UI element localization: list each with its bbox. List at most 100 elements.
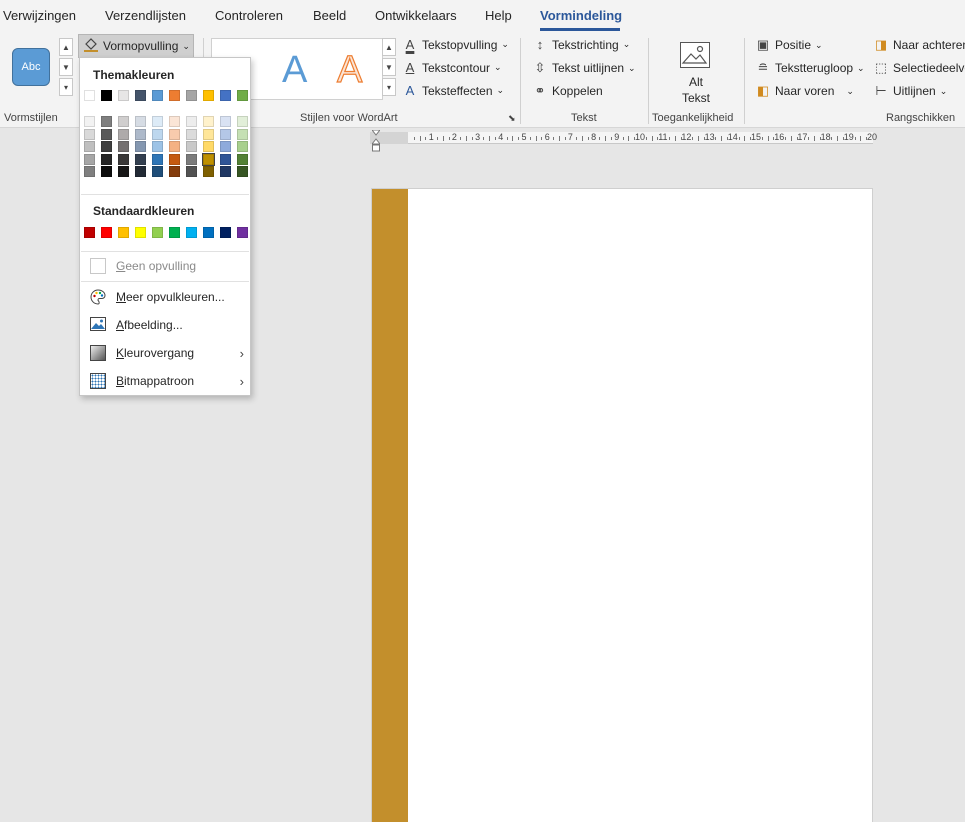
theme-color-swatch[interactable] [237, 128, 248, 140]
theme-color-swatch[interactable] [152, 116, 163, 127]
theme-color-swatch[interactable] [186, 141, 197, 153]
create-link-button[interactable]: ⚭ Koppelen [532, 83, 603, 99]
theme-color-swatch[interactable] [101, 141, 112, 153]
theme-color-swatch[interactable] [135, 128, 146, 140]
standard-color-swatch[interactable] [237, 227, 248, 238]
theme-color-swatch[interactable] [135, 166, 146, 178]
wordart-style-blue[interactable]: A [282, 49, 307, 92]
theme-color-swatch[interactable] [84, 90, 95, 101]
theme-color-swatch[interactable] [220, 166, 231, 178]
theme-color-swatch[interactable] [118, 116, 129, 127]
standard-color-swatch[interactable] [169, 227, 180, 238]
theme-color-swatch[interactable] [203, 116, 214, 127]
tab-help[interactable]: Help [485, 8, 512, 23]
alt-text-icon[interactable] [680, 42, 710, 68]
wordart-style-orange[interactable]: A [336, 48, 363, 92]
standard-color-swatch[interactable] [186, 227, 197, 238]
wordart-scroll-down-button[interactable]: ▼ [382, 58, 396, 76]
text-outline-button[interactable]: A Tekstcontour ⌄ [402, 60, 502, 75]
theme-color-swatch[interactable] [152, 90, 163, 101]
tab-controleren[interactable]: Controleren [215, 8, 283, 23]
style-more-button[interactable]: ▾ [59, 78, 73, 96]
theme-color-swatch[interactable] [220, 128, 231, 140]
theme-color-swatch[interactable] [186, 153, 197, 165]
theme-color-swatch[interactable] [203, 90, 214, 101]
theme-color-swatch[interactable] [186, 166, 197, 178]
theme-color-swatch[interactable] [203, 166, 214, 178]
tab-vormindeling[interactable]: Vormindeling [540, 8, 622, 23]
theme-color-swatch[interactable] [152, 141, 163, 153]
theme-color-swatch[interactable] [118, 128, 129, 140]
theme-color-swatch[interactable] [118, 153, 129, 165]
theme-color-swatch[interactable] [186, 128, 197, 140]
theme-color-swatch[interactable] [220, 90, 231, 101]
tab-verzendlijsten[interactable]: Verzendlijsten [105, 8, 186, 23]
bring-forward-button[interactable]: ◧ Naar voren ⌄ [755, 83, 854, 99]
theme-color-swatch[interactable] [169, 90, 180, 101]
theme-color-swatch[interactable] [186, 90, 197, 101]
no-fill-item[interactable]: Geen opvulling [90, 255, 248, 277]
tab-beeld[interactable]: Beeld [313, 8, 346, 23]
theme-color-swatch[interactable] [237, 90, 248, 101]
theme-color-swatch[interactable] [135, 153, 146, 165]
theme-color-swatch[interactable] [84, 153, 95, 165]
texture-fill-item[interactable]: Bitmappatroon › [90, 370, 248, 392]
theme-color-swatch[interactable] [84, 128, 95, 140]
standard-color-swatch[interactable] [220, 227, 231, 238]
theme-color-swatch[interactable] [135, 116, 146, 127]
theme-color-swatch[interactable] [169, 166, 180, 178]
send-backward-button[interactable]: ◨ Naar achteren [873, 37, 965, 53]
theme-color-swatch[interactable] [84, 141, 95, 153]
theme-color-swatch[interactable] [101, 153, 112, 165]
theme-color-swatch[interactable] [220, 116, 231, 127]
theme-color-swatch[interactable] [118, 90, 129, 101]
theme-color-swatch[interactable] [220, 153, 231, 165]
theme-color-swatch[interactable] [84, 166, 95, 178]
theme-color-swatch[interactable] [84, 116, 95, 127]
theme-color-swatch[interactable] [101, 166, 112, 178]
align-button[interactable]: ⊢ Uitlijnen ⌄ [873, 83, 947, 99]
standard-color-swatch[interactable] [101, 227, 112, 238]
standard-color-swatch[interactable] [203, 227, 214, 238]
theme-color-swatch[interactable] [186, 116, 197, 127]
theme-color-swatch[interactable] [118, 166, 129, 178]
selected-shape[interactable] [372, 189, 408, 822]
theme-color-swatch[interactable] [152, 153, 163, 165]
standard-color-swatch[interactable] [118, 227, 129, 238]
standard-color-swatch[interactable] [84, 227, 95, 238]
theme-color-swatch[interactable] [203, 141, 214, 153]
theme-color-swatch[interactable] [152, 128, 163, 140]
theme-color-swatch[interactable] [169, 116, 180, 127]
horizontal-ruler[interactable]: 1 2 3 4 5 6 7 8 9 10 11 12 13 14 15 16 17 18 19 20 [370, 132, 877, 144]
standard-color-swatch[interactable] [135, 227, 146, 238]
tab-verwijzingen[interactable]: Verwijzingen [3, 8, 76, 23]
theme-color-swatch[interactable] [152, 166, 163, 178]
wrap-text-button[interactable]: ≘ Tekstterugloop ⌄ [755, 60, 865, 76]
theme-color-swatch[interactable] [169, 128, 180, 140]
theme-color-swatch[interactable] [101, 116, 112, 127]
gradient-fill-item[interactable]: Kleurovergang › [90, 342, 248, 364]
standard-color-swatch[interactable] [152, 227, 163, 238]
text-fill-button[interactable]: A Tekstopvulling ⌄ [402, 37, 509, 52]
indent-marker[interactable] [370, 129, 382, 152]
alt-text-button[interactable]: Alt Tekst [668, 74, 724, 106]
theme-color-swatch[interactable] [135, 90, 146, 101]
wordart-more-button[interactable]: ▾ [382, 78, 396, 96]
theme-color-swatch[interactable] [237, 153, 248, 165]
theme-color-swatch[interactable] [135, 141, 146, 153]
dialog-launcher-icon[interactable]: ⬊ [508, 113, 516, 124]
theme-color-swatch[interactable] [203, 128, 214, 140]
document-page[interactable] [371, 188, 873, 822]
style-scroll-down-button[interactable]: ▼ [59, 58, 73, 76]
shape-fill-button[interactable]: Vormopvulling ⌄ [78, 34, 194, 58]
text-effects-button[interactable]: A Teksteffecten ⌄ [402, 83, 504, 98]
theme-color-swatch[interactable] [202, 152, 215, 166]
align-text-button[interactable]: ⇳ Tekst uitlijnen ⌄ [532, 60, 636, 76]
theme-color-swatch[interactable] [237, 166, 248, 178]
theme-color-swatch[interactable] [220, 141, 231, 153]
theme-color-swatch[interactable] [169, 141, 180, 153]
tab-ontwikkelaars[interactable]: Ontwikkelaars [375, 8, 457, 23]
picture-fill-item[interactable]: Afbeelding... [90, 314, 248, 336]
position-button[interactable]: ▣ Positie ⌄ [755, 37, 823, 53]
theme-color-swatch[interactable] [118, 141, 129, 153]
